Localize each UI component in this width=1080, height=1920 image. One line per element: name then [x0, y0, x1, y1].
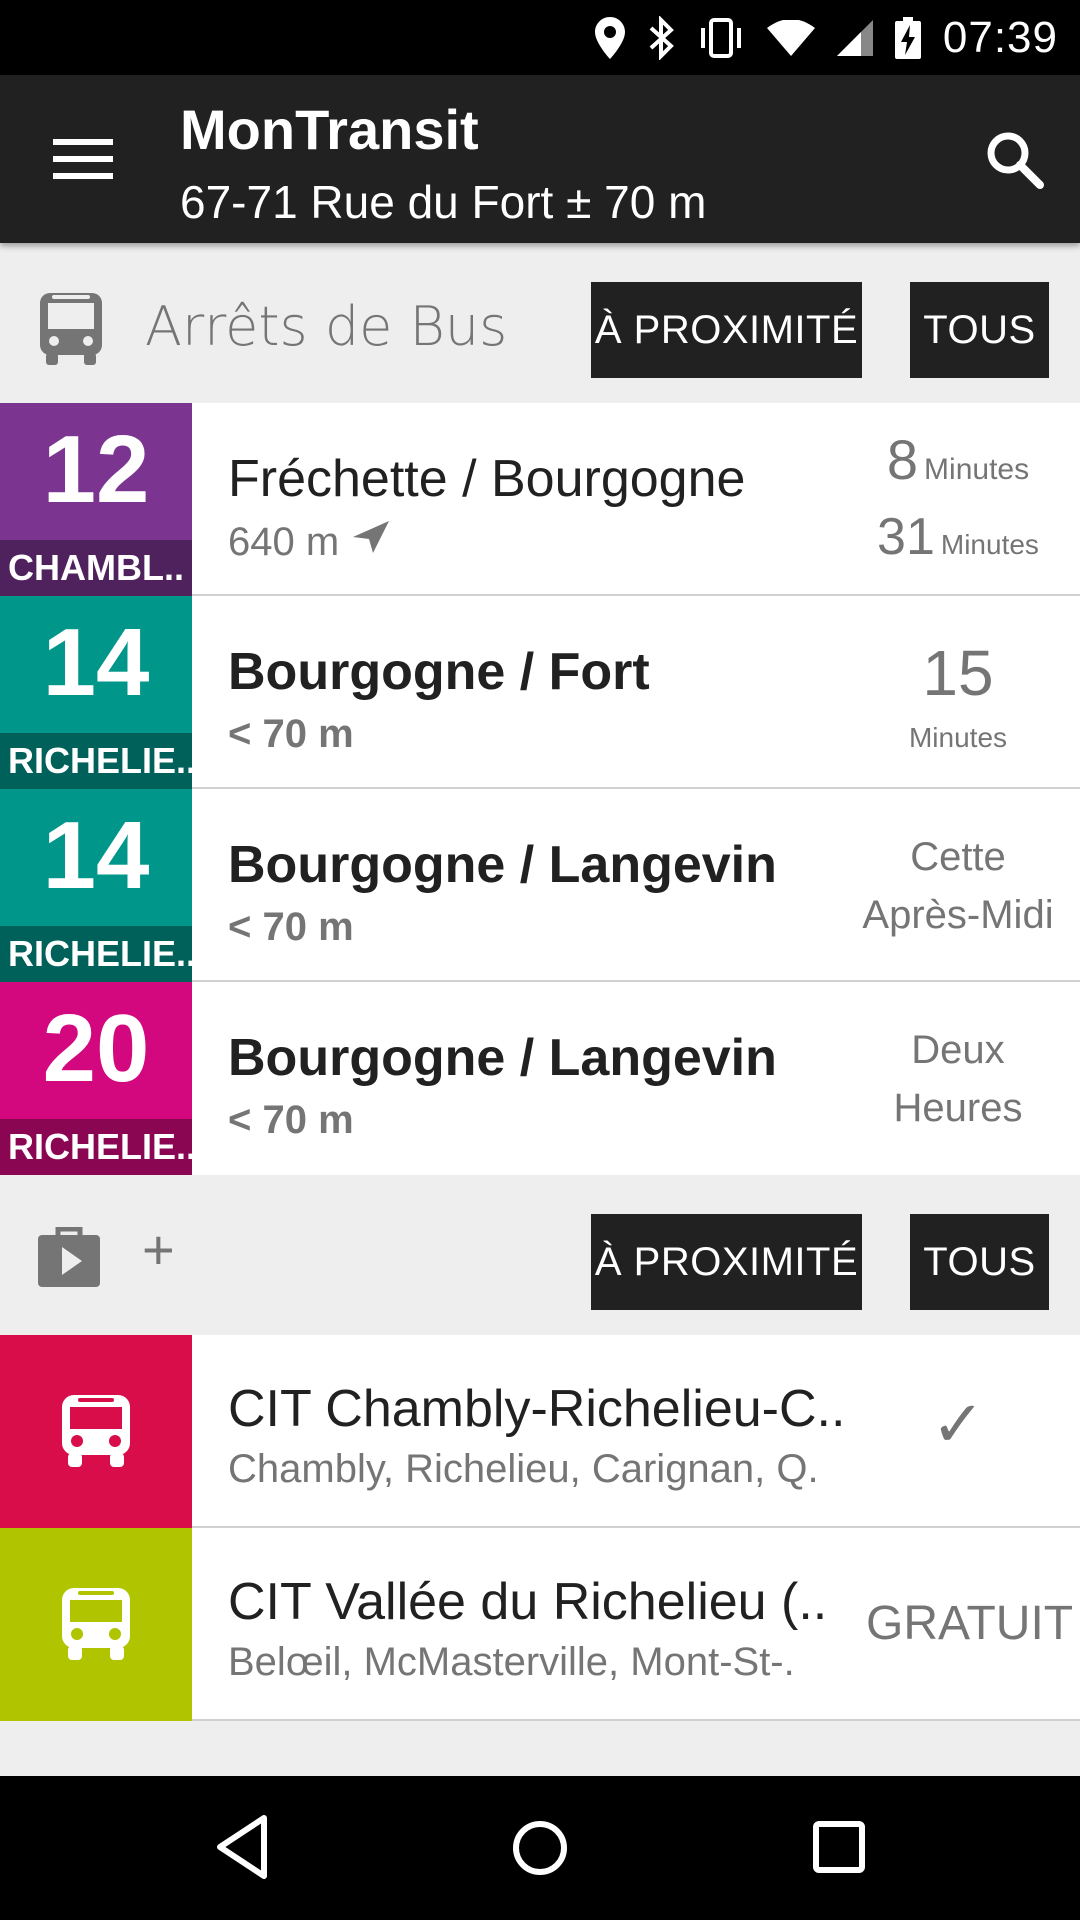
arrival-times: Cette Après-Midi: [848, 789, 1068, 982]
stop-row[interactable]: 14 RICHELIE.. Bourgogne / Fort < 70 m 15…: [0, 596, 1080, 789]
route-badge: 20 RICHELIE..: [0, 982, 192, 1175]
route-badge: 14 RICHELIE..: [0, 789, 192, 982]
nearby-button[interactable]: À PROXIMITÉ: [591, 1214, 862, 1310]
stop-distance: 640 m: [228, 519, 391, 565]
bus-stops-header: Arrêts de Bus À PROXIMITÉ TOUS: [0, 243, 1080, 403]
time-unit: Minutes: [940, 529, 1039, 560]
stop-name: Bourgogne / Fort: [228, 643, 650, 701]
search-icon[interactable]: [980, 125, 1050, 195]
agency-status: ✓: [858, 1335, 1058, 1528]
time-unit: Minutes: [924, 453, 1030, 486]
stop-row[interactable]: 20 RICHELIE.. Bourgogne / Langevin < 70 …: [0, 982, 1080, 1175]
route-name: RICHELIE..: [0, 1119, 192, 1175]
free-label: GRATUIT: [866, 1597, 1074, 1650]
stop-name: Fréchette / Bourgogne: [228, 450, 746, 508]
route-number: 14: [42, 802, 150, 909]
location-subtitle: 67-71 Rue du Fort ± 70 m: [180, 176, 707, 228]
app-toolbar: MonTransit 67-71 Rue du Fort ± 70 m: [0, 75, 1080, 243]
app-title: MonTransit: [180, 98, 479, 161]
arrival-time-2: 31 Minutes: [858, 507, 1058, 567]
stop-distance: < 70 m: [228, 712, 354, 756]
route-number: 20: [42, 995, 150, 1102]
arrival-times: 8 Minutes 31 Minutes: [858, 403, 1058, 596]
battery-charging-icon: [894, 16, 921, 59]
bus-icon: [60, 1393, 132, 1474]
clock: 07:39: [942, 12, 1058, 62]
vibrate-icon: [697, 17, 745, 58]
signal-icon: [836, 19, 873, 56]
stop-row[interactable]: 12 CHAMBL.. Fréchette / Bourgogne 640 m …: [0, 403, 1080, 596]
distance-value: 640 m: [228, 519, 340, 564]
route-number: 14: [42, 609, 150, 716]
route-badge: 12 CHAMBL..: [0, 403, 192, 596]
route-badge: 14 RICHELIE..: [0, 596, 192, 789]
time-text-line2: Après-Midi: [862, 893, 1054, 937]
route-name: RICHELIE..: [0, 733, 192, 789]
agency-name: CIT Chambly-Richelieu-C..: [228, 1380, 846, 1438]
agency-badge: [0, 1528, 192, 1721]
agency-status: GRATUIT: [866, 1528, 1074, 1721]
time-text-line1: Deux: [911, 1028, 1005, 1072]
agency-row[interactable]: CIT Vallée du Richelieu (.. Belœil, McMa…: [0, 1528, 1080, 1721]
all-button[interactable]: TOUS: [910, 282, 1049, 378]
wifi-icon: [766, 19, 815, 56]
agency-name: CIT Vallée du Richelieu (..: [228, 1573, 828, 1631]
back-icon[interactable]: [212, 1812, 272, 1887]
home-icon[interactable]: [504, 1812, 576, 1889]
status-bar: 07:39: [0, 0, 1080, 75]
store-bag-icon: [38, 1226, 100, 1292]
arrival-times: Deux Heures: [858, 982, 1058, 1175]
compass-arrow-icon: [351, 519, 391, 565]
stop-name: Bourgogne / Langevin: [228, 836, 777, 894]
stop-distance: < 70 m: [228, 905, 354, 949]
time-text-line1: Cette: [910, 835, 1006, 879]
location-icon: [594, 16, 625, 59]
recents-icon[interactable]: [808, 1812, 872, 1889]
check-icon: ✓: [931, 1388, 985, 1460]
menu-icon[interactable]: [40, 129, 130, 189]
agency-area: Chambly, Richelieu, Carignan, Q.: [228, 1447, 819, 1491]
route-name: CHAMBL..: [0, 540, 192, 596]
stop-row[interactable]: 14 RICHELIE.. Bourgogne / Langevin < 70 …: [0, 789, 1080, 982]
all-button[interactable]: TOUS: [910, 1214, 1049, 1310]
agency-badge: [0, 1335, 192, 1528]
arrival-times: 15 Minutes: [858, 596, 1058, 789]
arrival-time-1: 8 Minutes: [858, 427, 1058, 492]
time-value: 15: [922, 637, 994, 709]
time-value: 31: [877, 508, 935, 566]
bus-icon: [38, 291, 104, 372]
route-name: RICHELIE..: [0, 926, 192, 982]
bus-icon: [60, 1586, 132, 1667]
agency-area: Belœil, McMasterville, Mont-St-.: [228, 1640, 795, 1684]
route-number: 12: [42, 416, 150, 523]
section-title: Arrêts de Bus: [145, 295, 508, 358]
navigation-bar: [0, 1776, 1080, 1920]
agency-row[interactable]: CIT Chambly-Richelieu-C.. Chambly, Riche…: [0, 1335, 1080, 1528]
time-value: 8: [886, 428, 919, 491]
stop-distance: < 70 m: [228, 1098, 354, 1142]
add-agency-icon[interactable]: +: [142, 1217, 175, 1282]
bluetooth-icon: [647, 15, 675, 60]
agencies-header: + À PROXIMITÉ TOUS: [0, 1175, 1080, 1335]
time-text-line2: Heures: [893, 1086, 1023, 1130]
nearby-button[interactable]: À PROXIMITÉ: [591, 282, 862, 378]
stop-name: Bourgogne / Langevin: [228, 1029, 777, 1087]
time-unit: Minutes: [908, 722, 1008, 753]
